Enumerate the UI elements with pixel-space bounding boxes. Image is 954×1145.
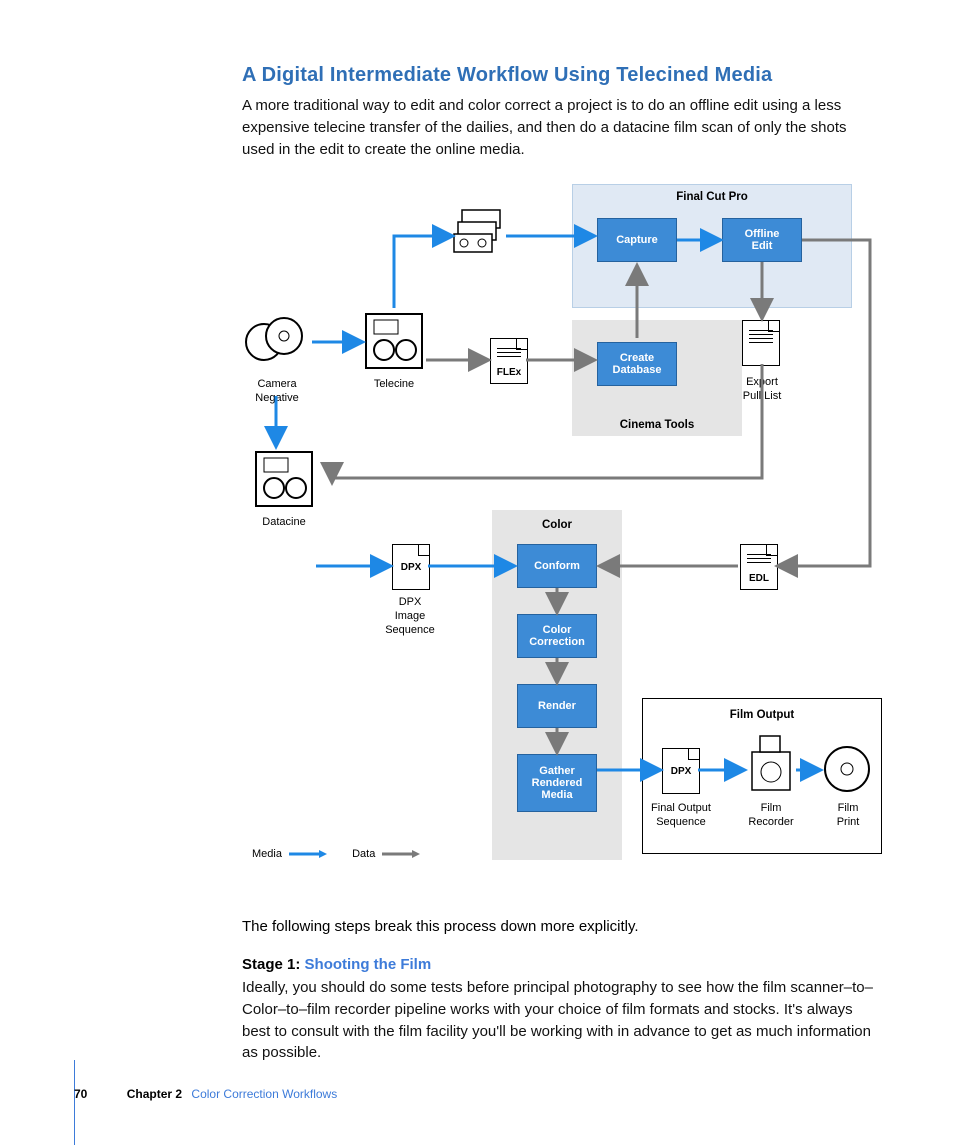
stage-prefix: Stage 1: [242,956,305,973]
film-recorder-icon [746,734,796,794]
group-title-film: Film Output [642,708,882,722]
label-datacine: Datacine [254,516,314,530]
group-title-fcp: Final Cut Pro [572,190,852,204]
legend: Media Data [252,848,422,860]
chapter-title: Color Correction Workflows [191,1087,337,1101]
label-dpx-sequence: DPXImageSequence [378,596,442,637]
group-title-ct: Cinema Tools [572,418,742,432]
legend-media-label: Media [252,848,282,860]
label-telecine: Telecine [362,378,426,392]
file-edl: EDL [740,544,778,590]
stage-name: Shooting the Film [305,956,432,973]
section-heading: A Digital Intermediate Workflow Using Te… [242,64,882,87]
node-color-correction: ColorCorrection [517,614,597,658]
node-render: Render [517,684,597,728]
label-camera-negative: CameraNegative [240,378,314,406]
telecine-icon [362,310,426,372]
group-title-color: Color [492,518,622,532]
file-flex: FLEx [490,338,528,384]
legend-data-label: Data [352,848,375,860]
node-conform: Conform [517,544,597,588]
node-capture: Capture [597,218,677,262]
node-offline-edit: OfflineEdit [722,218,802,262]
file-final-dpx: DPX [662,748,700,794]
film-print-icon [822,744,872,794]
label-final-output-seq: Final OutputSequence [644,802,718,830]
page-footer: 70 Chapter 2 Color Correction Workflows [74,1087,337,1101]
followup-paragraph: The following steps break this process d… [242,916,882,938]
intro-paragraph: A more traditional way to edit and color… [242,95,882,160]
datacine-icon [252,448,316,510]
label-film-print: FilmPrint [818,802,878,830]
file-dpx: DPX [392,544,430,590]
workflow-diagram: Final Cut Pro Cinema Tools Color Film Ou… [242,178,882,898]
camera-negative-icon [242,314,312,370]
node-gather-rendered: GatherRenderedMedia [517,754,597,812]
label-export-pull: ExportPull List [732,376,792,404]
page-number: 70 [74,1087,87,1101]
stage-heading: Stage 1: Shooting the Film [242,956,882,973]
label-film-recorder: FilmRecorder [736,802,806,830]
node-create-database: CreateDatabase [597,342,677,386]
tape-stack-icon [452,208,506,262]
file-export-pull [742,320,780,366]
stage-body: Ideally, you should do some tests before… [242,977,882,1064]
chapter-label: Chapter 2 [127,1087,182,1101]
